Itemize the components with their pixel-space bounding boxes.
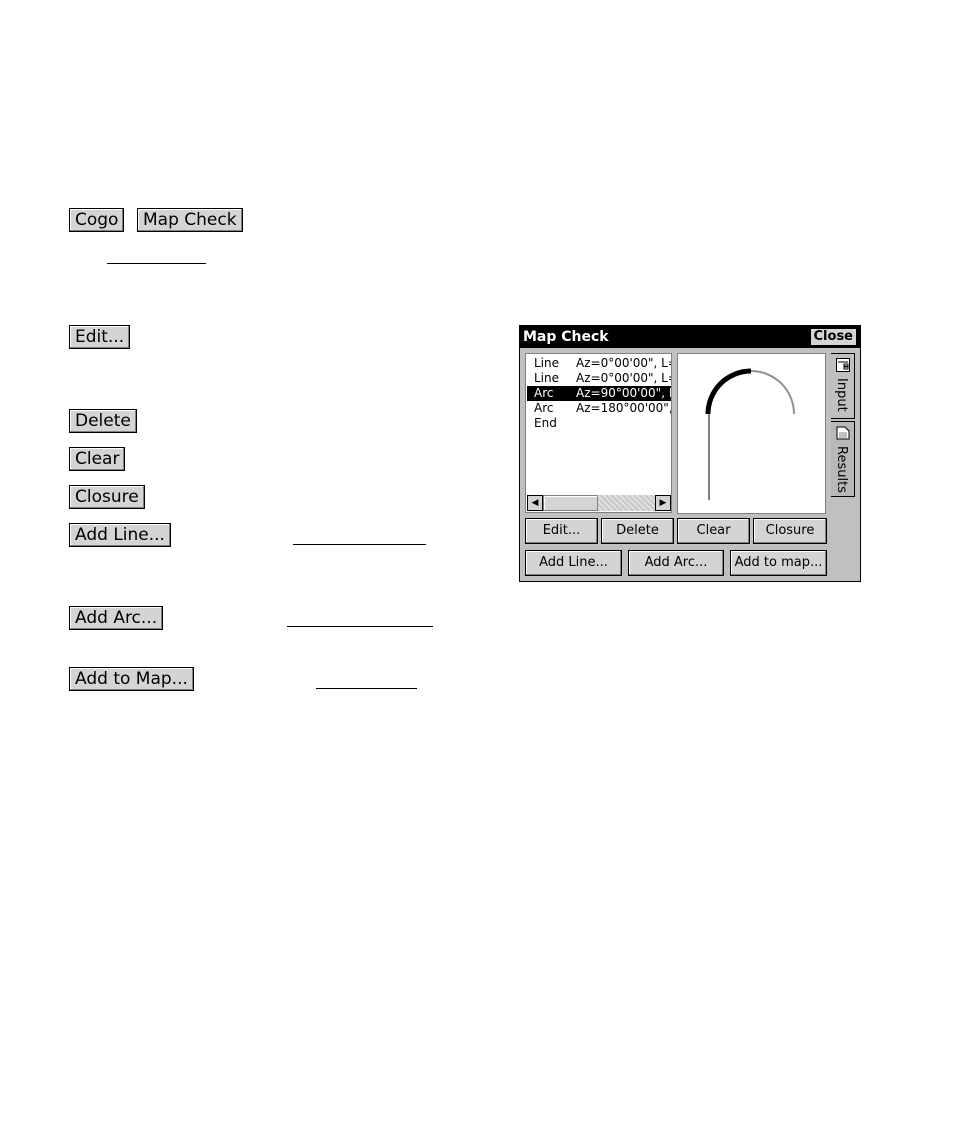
title-bar: Map Check Close — [520, 326, 860, 348]
cogo-key[interactable]: Cogo — [69, 208, 125, 232]
arc-segment — [750, 370, 795, 415]
map-check-key[interactable]: Map Check — [137, 208, 243, 232]
clear-button[interactable]: Clear — [677, 518, 750, 544]
underline-blank — [293, 544, 426, 545]
closure-key[interactable]: Closure — [69, 485, 145, 509]
form-icon — [836, 358, 850, 372]
tab-input[interactable]: Input — [831, 353, 855, 419]
selected-arc-segment — [705, 368, 752, 415]
underline-blank — [316, 688, 417, 689]
scroll-thumb[interactable] — [543, 495, 598, 511]
add-line-button[interactable]: Add Line... — [525, 550, 622, 576]
edit-key[interactable]: Edit... — [69, 325, 131, 349]
list-item[interactable]: Line Az=0°00'00", L= — [527, 356, 671, 371]
add-to-map-button[interactable]: Add to map... — [730, 550, 827, 576]
underline-blank — [287, 626, 433, 627]
list-item[interactable]: End — [527, 416, 671, 431]
list-item-selected[interactable]: Arc Az=90°00'00", R — [527, 386, 671, 401]
closure-button[interactable]: Closure — [753, 518, 827, 544]
edit-button[interactable]: Edit... — [525, 518, 598, 544]
right-arrow-icon[interactable]: ▶ — [655, 495, 671, 511]
document-icon — [836, 426, 850, 440]
underline-blank — [107, 263, 206, 264]
close-button[interactable]: Close — [809, 328, 857, 346]
add-line-key[interactable]: Add Line... — [69, 523, 171, 547]
tab-results[interactable]: Results — [831, 421, 855, 497]
tab-results-label: Results — [834, 446, 849, 493]
segment-list[interactable]: Line Az=0°00'00", L= Line Az=0°00'00", L… — [525, 353, 672, 513]
map-check-dialog: Map Check Close Line Az=0°00'00", L= Lin… — [519, 325, 861, 582]
traverse-drawing — [705, 368, 795, 500]
add-arc-button[interactable]: Add Arc... — [628, 550, 724, 576]
dialog-title: Map Check — [523, 329, 609, 345]
delete-key[interactable]: Delete — [69, 409, 137, 433]
tab-input-label: Input — [834, 378, 849, 412]
delete-button[interactable]: Delete — [601, 518, 674, 544]
map-preview-canvas[interactable] — [677, 353, 826, 514]
clear-key[interactable]: Clear — [69, 447, 126, 471]
add-to-map-key[interactable]: Add to Map... — [69, 667, 194, 691]
list-item[interactable]: Arc Az=180°00'00", — [527, 401, 671, 416]
add-arc-key[interactable]: Add Arc... — [69, 606, 164, 630]
list-item[interactable]: Line Az=0°00'00", L= — [527, 371, 671, 386]
left-arrow-icon[interactable]: ◀ — [527, 495, 543, 511]
horizontal-scrollbar[interactable]: ◀ ▶ — [527, 495, 671, 511]
